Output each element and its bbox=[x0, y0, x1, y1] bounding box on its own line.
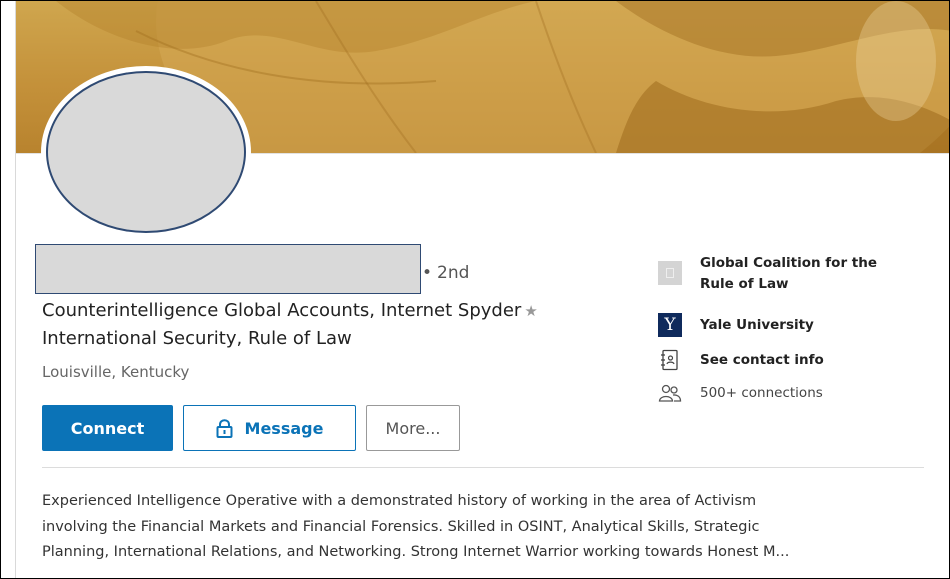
profile-headline: Counterintelligence Global Accounts, Int… bbox=[42, 297, 602, 352]
connect-button[interactable]: Connect bbox=[42, 405, 173, 451]
connect-button-label: Connect bbox=[70, 418, 145, 438]
more-button-label: More... bbox=[385, 418, 441, 438]
profile-avatar[interactable] bbox=[46, 71, 246, 233]
company-name: Global Coalition for the Rule of Law bbox=[700, 255, 878, 292]
school-link[interactable]: Y Yale University bbox=[657, 313, 814, 337]
message-button[interactable]: Message bbox=[183, 405, 356, 451]
profile-location: Louisville, Kentucky bbox=[42, 363, 190, 381]
degree-label: 2nd bbox=[437, 263, 470, 283]
lock-icon bbox=[216, 418, 233, 438]
summary-line: Experienced Intelligence Operative with … bbox=[42, 493, 757, 509]
redacted-profile-name bbox=[35, 244, 421, 294]
contact-card-icon bbox=[661, 349, 678, 371]
profile-summary: Experienced Intelligence Operative with … bbox=[42, 489, 942, 566]
company-logo-icon bbox=[658, 261, 682, 285]
profile-card: • 2nd Counterintelligence Global Accounts… bbox=[15, 1, 949, 578]
people-icon bbox=[658, 384, 682, 402]
summary-line: involving the Financial Markets and Fina… bbox=[42, 518, 760, 535]
message-button-label: Message bbox=[244, 418, 324, 438]
screenshot-frame: • 2nd Counterintelligence Global Accounts… bbox=[0, 0, 950, 579]
headline-text: Counterintelligence Global Accounts, Int… bbox=[42, 300, 522, 321]
school-name: Yale University bbox=[700, 317, 814, 333]
yale-logo-icon: Y bbox=[658, 313, 682, 337]
section-divider bbox=[42, 467, 924, 468]
connection-degree: • 2nd bbox=[422, 263, 469, 283]
connections-count: 500+ connections bbox=[700, 385, 823, 401]
separator-dot: • bbox=[422, 263, 433, 283]
headline-text-line2: International Security, Rule of Law bbox=[42, 328, 352, 349]
contact-info-link[interactable]: See contact info bbox=[657, 349, 824, 371]
more-button[interactable]: More... bbox=[366, 405, 460, 451]
company-link[interactable]: Global Coalition for the Rule of Law bbox=[657, 253, 910, 295]
star-icon: ★ bbox=[524, 302, 538, 320]
connections-link[interactable]: 500+ connections bbox=[657, 383, 823, 404]
contact-info-label: See contact info bbox=[700, 352, 824, 368]
summary-line: Planning, International Relations, and N… bbox=[42, 544, 790, 560]
